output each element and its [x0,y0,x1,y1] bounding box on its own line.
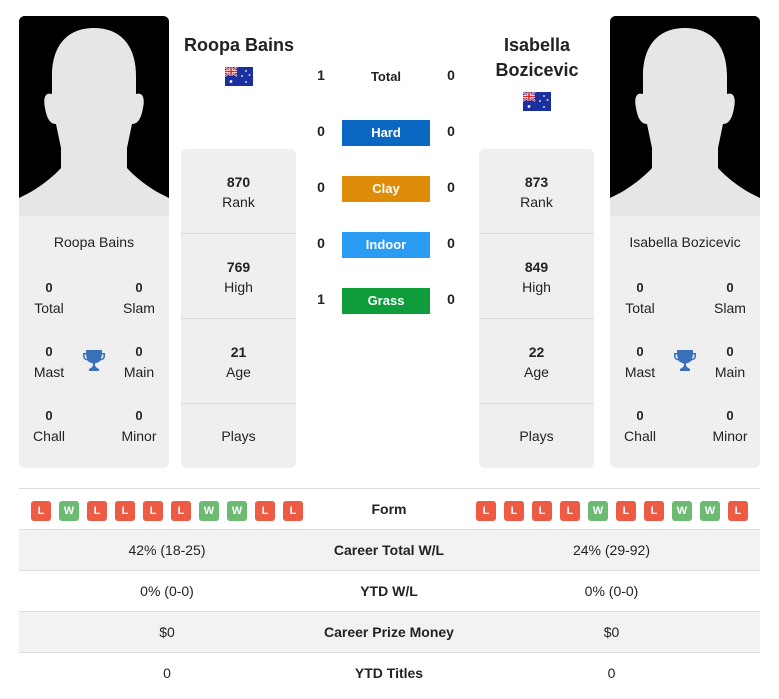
player1-photo-placeholder [19,16,169,216]
player1-titles-slam: 0 Slam [123,280,155,316]
h2h-total-p1: 1 [317,67,325,83]
h2h-clay-p2: 0 [447,179,455,195]
player1-ytd-titles: 0 [163,665,171,681]
h2h-total-p2: 0 [447,67,455,83]
silhouette-icon [19,16,169,216]
player1-high: 769 High [224,258,253,295]
form-win-badge[interactable]: W [672,501,692,521]
player2-stats: 873 Rank 849 High 22 Age Plays [479,149,594,468]
player2-titles-minor: 0 Minor [712,408,748,444]
player2-name-line1: Isabella [503,35,571,55]
player1-titles-main: 0 Main [123,344,155,380]
career-wl-label: Career Total W/L [333,542,445,558]
h2h-grass-p2: 0 [447,291,455,307]
form-win-badge[interactable]: W [588,501,608,521]
player2-titles-chall: 0 Chall [624,408,656,444]
player1-name[interactable]: Roopa Bains [176,33,302,58]
prize-row: $0 Career Prize Money $0 [19,611,760,652]
ytd-titles-label: YTD Titles [354,665,424,681]
player1-card: Roopa Bains 0 Total 0 Slam 0 Mast 0 Main… [19,16,169,468]
player1-titles-minor: 0 Minor [121,408,157,444]
form-win-badge[interactable]: W [199,501,219,521]
player1-titles-mast: 0 Mast [33,344,65,380]
form-loss-badge[interactable]: L [476,501,496,521]
form-win-badge[interactable]: W [700,501,720,521]
player1-plays: Plays [221,428,256,444]
form-loss-badge[interactable]: L [560,501,580,521]
player2-rank: 873 Rank [520,173,553,210]
player2-name[interactable]: Isabella Bozicevic [475,33,599,83]
player1-prize: $0 [159,624,175,640]
h2h-grass-p1: 1 [317,291,325,307]
player2-age: 22 Age [524,343,549,380]
form-win-badge[interactable]: W [59,501,79,521]
form-loss-badge[interactable]: L [115,501,135,521]
player2-photo-placeholder [610,16,760,216]
form-loss-badge[interactable]: L [728,501,748,521]
player1-ytd-wl: 0% (0-0) [140,583,194,599]
form-loss-badge[interactable]: L [283,501,303,521]
player2-titles-grid: 0 Total 0 Slam 0 Mast 0 Main 0 Chall 0 M… [610,278,760,458]
silhouette-icon [610,16,760,216]
australia-flag-icon [522,91,551,111]
ytd-wl-row: 0% (0-0) YTD W/L 0% (0-0) [19,570,760,611]
player1-age: 21 Age [226,343,251,380]
player2-card-name: Isabella Bozicevic [629,234,741,250]
form-row: LWLLLLWWLL Form LLLLWLLWWL [19,488,760,529]
h2h-hard-p1: 0 [317,123,325,139]
surface-grass-badge[interactable]: Grass [342,288,430,314]
player2-name-line2: Bozicevic [495,60,579,80]
player2-plays: Plays [519,428,554,444]
player2-titles-slam: 0 Slam [714,280,746,316]
form-loss-badge[interactable]: L [616,501,636,521]
trophy-icon [673,348,697,377]
form-loss-badge[interactable]: L [31,501,51,521]
h2h-clay-p1: 0 [317,179,325,195]
h2h-indoor-p1: 0 [317,235,325,251]
career-wl-row: 42% (18-25) Career Total W/L 24% (29-92) [19,529,760,570]
player1-form: LWLLLLWWLL [19,489,315,529]
player1-titles-grid: 0 Total 0 Slam 0 Mast 0 Main 0 Chall 0 M… [19,278,169,458]
h2h-total-label: Total [370,69,402,84]
player1-stats: 870 Rank 769 High 21 Age Plays [181,149,296,468]
trophy-icon [82,348,106,377]
form-loss-badge[interactable]: L [143,501,163,521]
h2h-indoor-p2: 0 [447,235,455,251]
player1-card-name: Roopa Bains [53,234,135,250]
form-loss-badge[interactable]: L [532,501,552,521]
form-loss-badge[interactable]: L [504,501,524,521]
player1-titles-chall: 0 Chall [33,408,65,444]
form-label: Form [371,501,407,517]
player2-card: Isabella Bozicevic 0 Total 0 Slam 0 Mast… [610,16,760,468]
australia-flag-icon [224,66,253,86]
surface-clay-badge[interactable]: Clay [342,176,430,202]
player2-ytd-wl: 0% (0-0) [584,583,639,599]
surface-indoor-badge[interactable]: Indoor [342,232,430,258]
prize-label: Career Prize Money [324,624,454,640]
player2-form: LLLLWLLWWL [463,489,760,529]
form-loss-badge[interactable]: L [171,501,191,521]
player2-titles-main: 0 Main [714,344,746,380]
form-loss-badge[interactable]: L [87,501,107,521]
surface-hard-badge[interactable]: Hard [342,120,430,146]
player2-prize: $0 [603,624,620,640]
h2h-hard-p2: 0 [447,123,455,139]
player2-titles-total: 0 Total [625,280,655,316]
player1-rank: 870 Rank [222,173,255,210]
player2-high: 849 High [522,258,551,295]
form-loss-badge[interactable]: L [255,501,275,521]
player2-ytd-titles: 0 [607,665,616,681]
ytd-titles-row: 0 YTD Titles 0 [19,652,760,693]
player1-career-wl: 42% (18-25) [128,542,206,558]
player2-career-wl: 24% (29-92) [572,542,651,558]
form-loss-badge[interactable]: L [644,501,664,521]
player1-titles-total: 0 Total [34,280,64,316]
ytd-wl-label: YTD W/L [360,583,418,599]
form-win-badge[interactable]: W [227,501,247,521]
player2-titles-mast: 0 Mast [624,344,656,380]
